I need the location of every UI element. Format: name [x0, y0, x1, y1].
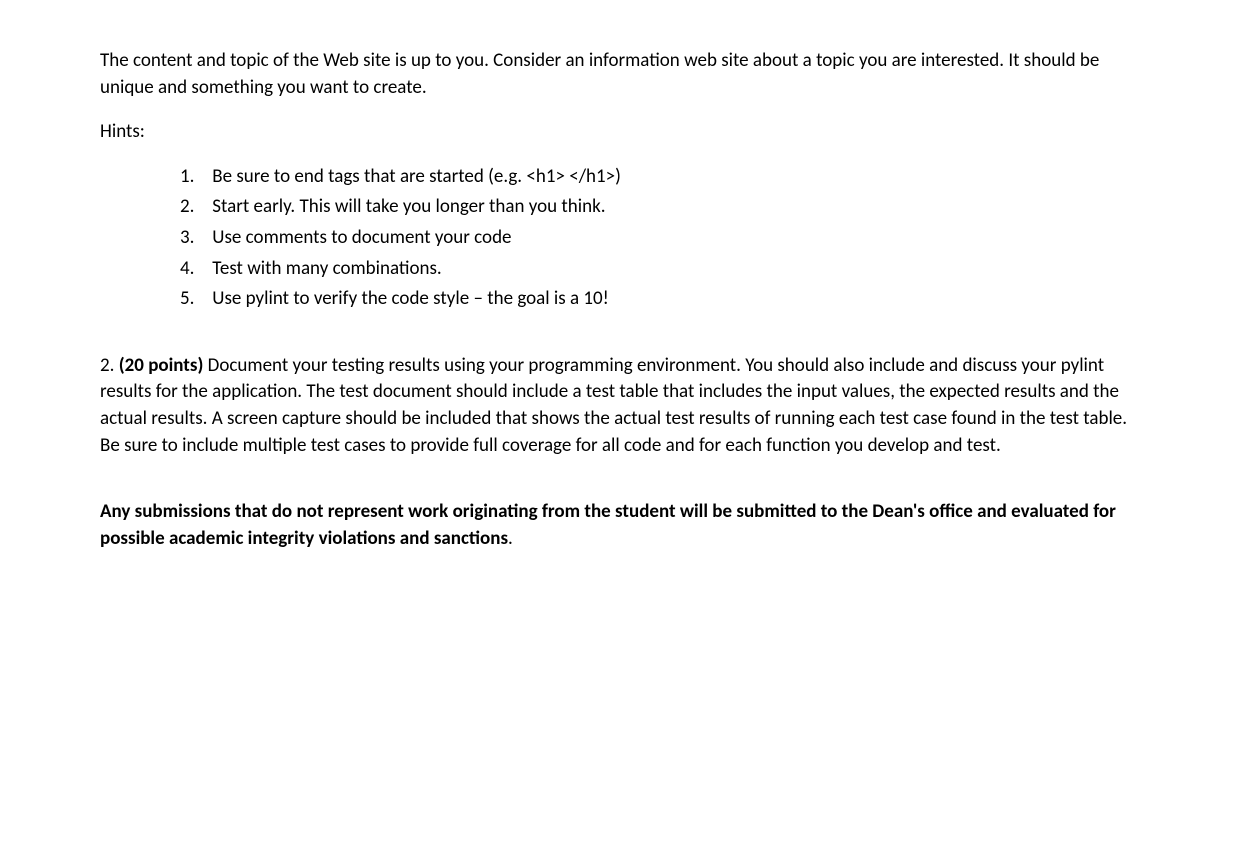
- hints-label: Hints:: [100, 119, 1136, 146]
- intro-paragraph: The content and topic of the Web site is…: [100, 48, 1136, 101]
- hint-number: 2.: [180, 194, 208, 221]
- list-item: 2. Start early. This will take you longe…: [180, 194, 1136, 221]
- hint-number: 4.: [180, 256, 208, 283]
- integrity-notice: Any submissions that do not represent wo…: [100, 499, 1136, 552]
- hint-text: Use comments to document your code: [212, 226, 511, 249]
- section-body: Document your testing results using your…: [100, 354, 1127, 457]
- hint-number: 3.: [180, 225, 208, 252]
- hint-text: Test with many combinations.: [212, 257, 441, 280]
- list-item: 3. Use comments to document your code: [180, 225, 1136, 252]
- points-label: (20 points): [119, 354, 204, 377]
- hint-number: 1.: [180, 164, 208, 191]
- integrity-period: .: [508, 527, 513, 550]
- section-number: 2.: [100, 354, 119, 377]
- hint-number: 5.: [180, 286, 208, 313]
- list-item: 5. Use pylint to verify the code style –…: [180, 286, 1136, 313]
- list-item: 4. Test with many combinations.: [180, 256, 1136, 283]
- hint-text: Be sure to end tags that are started (e.…: [212, 165, 621, 188]
- hints-list: 1. Be sure to end tags that are started …: [180, 164, 1136, 313]
- hint-text: Use pylint to verify the code style – th…: [212, 287, 609, 310]
- hint-text: Start early. This will take you longer t…: [212, 195, 605, 218]
- list-item: 1. Be sure to end tags that are started …: [180, 164, 1136, 191]
- integrity-text: Any submissions that do not represent wo…: [100, 500, 1116, 550]
- section-2-paragraph: 2. (20 points) Document your testing res…: [100, 353, 1136, 459]
